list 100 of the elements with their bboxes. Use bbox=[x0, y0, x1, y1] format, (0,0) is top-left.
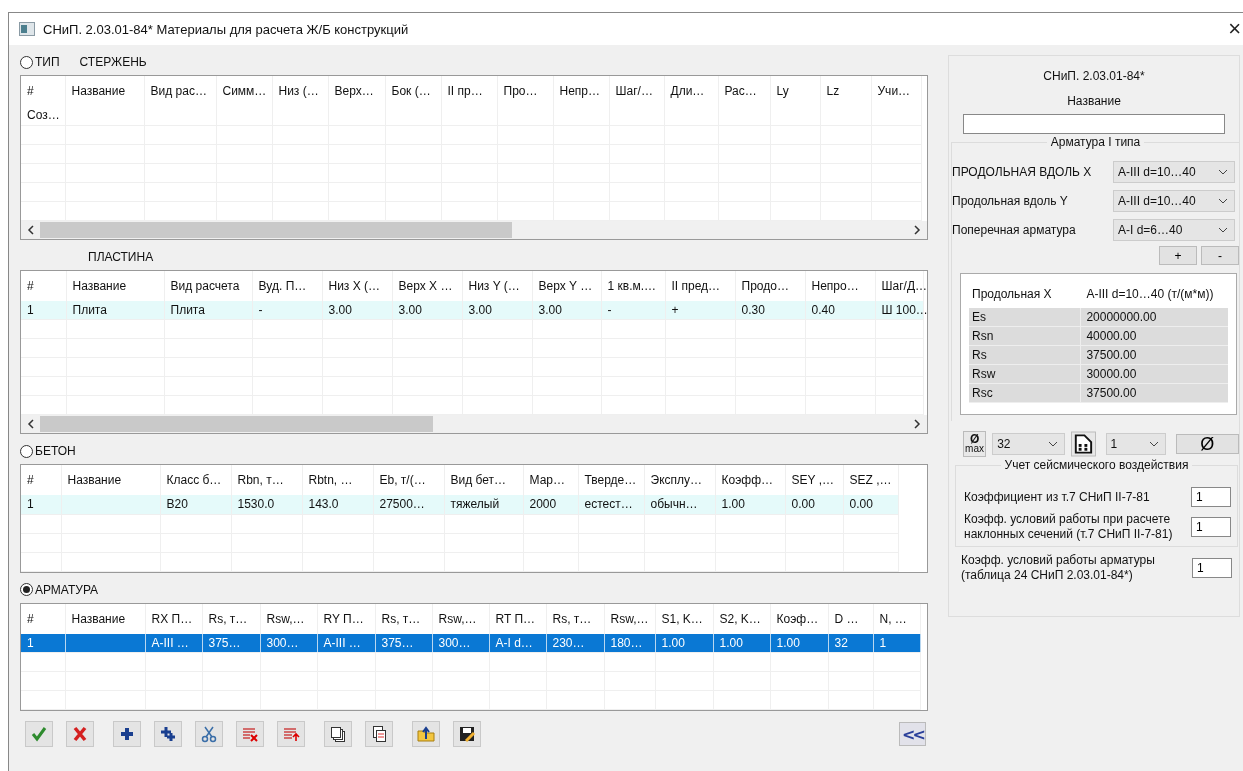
field-label: Коэффициент из т.7 СНиП II-7-81 bbox=[964, 489, 1151, 505]
column-header[interactable]: D … bbox=[828, 603, 873, 634]
column-header[interactable]: RT П… bbox=[489, 603, 546, 634]
column-header[interactable]: N, … bbox=[873, 603, 920, 634]
dropdown[interactable]: A-III d=10…40 bbox=[1113, 189, 1235, 212]
column-header[interactable]: # bbox=[21, 76, 65, 106]
radio-button[interactable]: БЕТОН bbox=[20, 444, 76, 458]
dropdown[interactable]: A-III d=10…40 bbox=[1113, 160, 1235, 183]
scrollbar-thumb[interactable] bbox=[40, 416, 433, 432]
column-header[interactable]: Ly bbox=[770, 76, 820, 106]
column-header[interactable]: II пред… bbox=[665, 270, 735, 301]
column-header[interactable]: Верх Y … bbox=[532, 270, 601, 301]
table-cell: Плита bbox=[72, 302, 107, 317]
max-diameter-button[interactable]: Ø max bbox=[963, 431, 987, 457]
paste-button[interactable] bbox=[365, 721, 393, 747]
column-header[interactable]: Вид рас… bbox=[144, 76, 216, 106]
table-row[interactable]: 1 B20 1530.0 143.0 27500… тяжелый 2000 естест… обычн… 1.00 0.00 0.00 bbox=[21, 495, 898, 514]
column-header[interactable]: Низ X (… bbox=[322, 270, 392, 301]
folder-button[interactable] bbox=[412, 721, 440, 747]
column-header[interactable]: Непро… bbox=[805, 270, 875, 301]
chevron-right-icon[interactable] bbox=[913, 419, 921, 429]
shape-icon[interactable] bbox=[1070, 431, 1096, 457]
radio-button[interactable]: АРМАТУРА bbox=[20, 582, 99, 597]
column-header[interactable]: 1 кв.м.… bbox=[601, 270, 665, 301]
table-cell: 32 bbox=[834, 635, 848, 650]
column-header[interactable]: Lz bbox=[820, 76, 871, 106]
plus2-button[interactable] bbox=[154, 721, 182, 747]
column-header[interactable]: Симм… bbox=[216, 76, 272, 106]
column-header[interactable]: Соз… bbox=[21, 106, 65, 125]
copy-button[interactable] bbox=[324, 721, 352, 747]
column-header[interactable]: Rsw,… bbox=[260, 603, 317, 634]
column-header[interactable]: # bbox=[21, 270, 66, 301]
table-cell: 20000000.00 bbox=[1081, 308, 1228, 327]
column-header[interactable]: RX П… bbox=[145, 603, 202, 634]
collapse-button[interactable]: << bbox=[899, 722, 926, 746]
column-header[interactable]: Rsw,… bbox=[432, 603, 489, 634]
column-header[interactable]: Название bbox=[66, 270, 164, 301]
column-header[interactable]: Непр… bbox=[553, 76, 609, 106]
group-title: Арматура I типа bbox=[1046, 135, 1145, 149]
del-button[interactable] bbox=[236, 721, 264, 747]
number-field[interactable]: 1 bbox=[1192, 558, 1232, 578]
column-header[interactable]: Низ Y (… bbox=[462, 270, 532, 301]
number-field[interactable]: 1 bbox=[1191, 517, 1231, 537]
field-label: Поперечная арматура bbox=[952, 222, 1076, 237]
dropdown[interactable]: 1 bbox=[1105, 433, 1166, 455]
table-cell: Es bbox=[969, 308, 1082, 327]
table-cell: 3.00 bbox=[398, 302, 422, 317]
cross-button[interactable] bbox=[66, 721, 94, 747]
add-button[interactable]: + bbox=[1159, 246, 1197, 265]
column-header[interactable]: S1, K… bbox=[655, 603, 713, 634]
column-header[interactable]: Продо… bbox=[735, 270, 805, 301]
table-row[interactable]: 1 A-III … 375… 300… A-III … 375… 300… A-I d… 230… 180… 1.00 1.00 1.00 32 1 bbox=[21, 633, 920, 653]
diameter-button[interactable]: Ø bbox=[1175, 434, 1239, 454]
column-header[interactable]: Про… bbox=[497, 76, 553, 106]
radio-button[interactable]: ТИП bbox=[20, 55, 60, 69]
dropdown[interactable]: 32 bbox=[992, 433, 1065, 455]
close-button[interactable]: × bbox=[1226, 16, 1243, 42]
table-cell: 300… bbox=[438, 635, 471, 650]
chevron-right-icon[interactable] bbox=[913, 224, 921, 235]
table-cell: 0.00 bbox=[791, 497, 815, 512]
plus-icon bbox=[118, 725, 136, 743]
name-field[interactable] bbox=[963, 114, 1225, 134]
plus-button[interactable] bbox=[113, 721, 141, 747]
column-header[interactable]: Rs, т… bbox=[202, 603, 260, 634]
column-header[interactable]: Вид расчета bbox=[164, 270, 252, 301]
column-header[interactable]: Название bbox=[65, 76, 144, 106]
column-header[interactable]: RY П… bbox=[317, 603, 375, 634]
dropdown[interactable]: A-I d=6…40 bbox=[1113, 218, 1235, 241]
scissors-button[interactable] bbox=[195, 721, 223, 747]
column-header[interactable]: Rsw,… bbox=[604, 603, 655, 634]
chevron-left-icon[interactable] bbox=[27, 224, 35, 235]
remove-button[interactable]: - bbox=[1201, 246, 1239, 265]
column-header[interactable]: Низ (… bbox=[272, 76, 328, 106]
up-button[interactable] bbox=[277, 721, 305, 747]
column-header[interactable]: Учи… bbox=[871, 76, 921, 106]
scrollbar-thumb[interactable] bbox=[40, 221, 512, 238]
column-header[interactable]: S2, K… bbox=[713, 603, 770, 634]
table-cell: 300… bbox=[266, 635, 299, 650]
column-header[interactable]: Вуд. П… bbox=[252, 270, 322, 301]
chevron-left-icon[interactable] bbox=[27, 419, 35, 429]
column-header[interactable]: # bbox=[21, 603, 65, 634]
column-header[interactable]: Рас… bbox=[718, 76, 770, 106]
paste-icon bbox=[370, 725, 388, 743]
window-title: СНиП. 2.03.01-84* Материалы для расчета Ж/Б конструкций bbox=[43, 21, 409, 37]
column-header[interactable]: Название bbox=[65, 603, 145, 634]
column-header[interactable]: Бок (… bbox=[385, 76, 441, 106]
number-field[interactable]: 1 bbox=[1191, 487, 1231, 507]
table-cell: 40000.00 bbox=[1081, 327, 1228, 346]
chevron-down-icon bbox=[1218, 226, 1228, 233]
horizontal-scrollbar[interactable] bbox=[21, 415, 927, 433]
column-header[interactable]: Дли… bbox=[664, 76, 718, 106]
check-button[interactable] bbox=[25, 721, 53, 747]
column-header[interactable]: II пр… bbox=[441, 76, 497, 106]
column-header[interactable]: Коэф… bbox=[770, 603, 828, 634]
column-header[interactable]: Шаг/… bbox=[609, 76, 664, 106]
column-header[interactable]: Rs, т… bbox=[546, 603, 604, 634]
save-button[interactable] bbox=[453, 721, 481, 747]
column-header[interactable]: Верх X … bbox=[392, 270, 462, 301]
column-header[interactable]: Верх… bbox=[328, 76, 385, 106]
column-header[interactable]: Rs, т… bbox=[375, 603, 432, 634]
